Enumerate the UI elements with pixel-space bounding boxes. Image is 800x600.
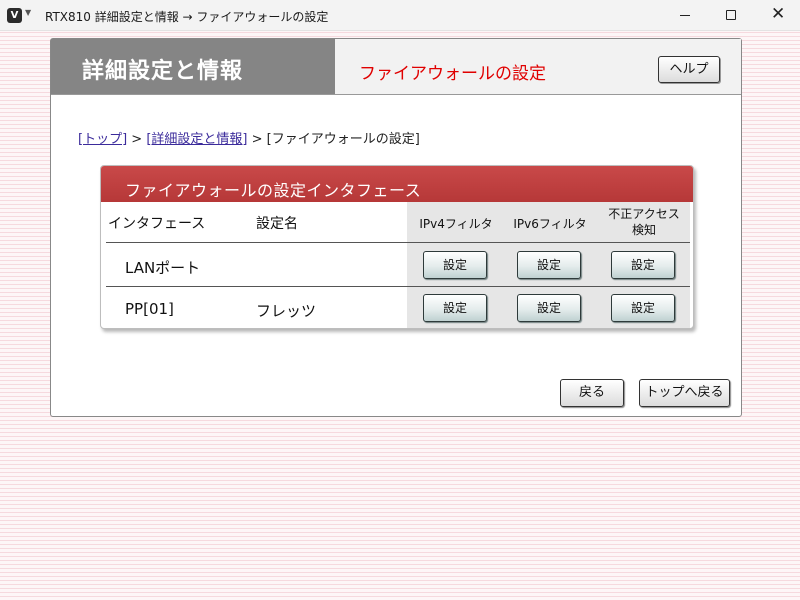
breadcrumb-link-detail[interactable]: [詳細設定と情報] [146,132,247,147]
back-button[interactable]: 戻る [560,379,624,407]
column-header-intrusion-line2: 検知 [631,223,656,237]
breadcrumb: [トップ] > [詳細設定と情報] > [ファイアウォールの設定] [78,128,420,147]
table-title: ファイアウォールの設定インタフェース [125,181,422,200]
breadcrumb-link-top[interactable]: [トップ] [78,132,127,147]
row-setting-name-pp01: フレッツ [256,302,317,320]
window-title: RTX810 詳細設定と情報 → ファイアウォールの設定 [45,10,329,24]
page-title: 詳細設定と情報 [82,59,244,84]
column-header-setting-name: 設定名 [256,216,298,232]
breadcrumb-separator: > [247,132,267,147]
firewall-interface-table: ファイアウォールの設定インタフェース インタフェース 設定名 IPv4フィルタ … [100,165,694,329]
pp01-ipv4-settings-button[interactable]: 設定 [423,294,487,322]
lan-ipv6-settings-button[interactable]: 設定 [517,251,581,279]
main-panel: 詳細設定と情報 ファイアウォールの設定 ヘルプ [トップ] > [詳細設定と情報… [50,38,742,417]
column-header-interface: インタフェース [108,216,206,232]
window-titlebar: V ▼ RTX810 詳細設定と情報 → ファイアウォールの設定 ✕ [0,0,800,31]
column-header-intrusion-line1: 不正アクセス [608,207,680,221]
help-button[interactable]: ヘルプ [658,56,720,83]
pp01-intrusion-settings-button[interactable]: 設定 [611,294,675,322]
row-interface-lan: LANポート [125,259,201,277]
header-title-box: 詳細設定と情報 [51,39,335,94]
column-header-intrusion: 不正アクセス 検知 [601,206,687,238]
close-icon: ✕ [771,4,786,24]
column-header-ipv4: IPv4フィルタ [419,217,493,231]
page-header: 詳細設定と情報 ファイアウォールの設定 ヘルプ [51,39,741,95]
row-divider [106,286,690,287]
back-to-top-button[interactable]: トップへ戻る [639,379,730,407]
minimize-button[interactable] [662,0,708,31]
breadcrumb-current: [ファイアウォールの設定] [266,132,420,147]
row-divider [106,242,690,243]
maximize-icon [726,10,736,20]
minimize-icon [680,15,690,16]
breadcrumb-separator: > [127,132,147,147]
chevron-down-icon[interactable]: ▼ [25,8,31,17]
close-button[interactable]: ✕ [754,0,800,31]
row-interface-pp01: PP[01] [125,300,174,318]
lan-ipv4-settings-button[interactable]: 設定 [423,251,487,279]
lan-intrusion-settings-button[interactable]: 設定 [611,251,675,279]
column-header-ipv6: IPv6フィルタ [513,217,587,231]
table-header-bar: ファイアウォールの設定インタフェース [101,166,693,202]
app-icon[interactable]: V [7,8,22,23]
maximize-button[interactable] [708,0,754,31]
page-subtitle: ファイアウォールの設定 [359,64,546,84]
pp01-ipv6-settings-button[interactable]: 設定 [517,294,581,322]
